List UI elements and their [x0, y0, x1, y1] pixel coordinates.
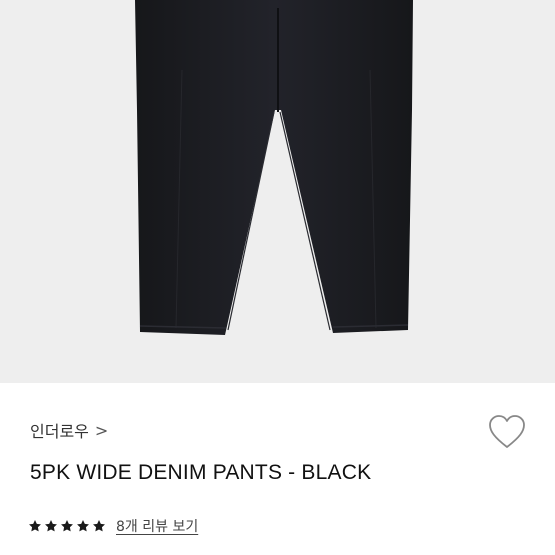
brand-name: 인더로우 — [30, 422, 89, 441]
product-title: 5PK WIDE DENIM PANTS - BLACK — [30, 461, 372, 484]
product-image[interactable] — [0, 0, 555, 383]
rating-row: 8개 리뷰 보기 — [28, 516, 198, 536]
product-info: 인더로우 > 5PK WIDE DENIM PANTS - BLACK 8개 리… — [0, 383, 555, 555]
chevron-right-icon: > — [94, 420, 109, 440]
heart-outline-icon — [489, 415, 525, 448]
review-link[interactable]: 8개 리뷰 보기 — [116, 516, 198, 536]
wishlist-button[interactable] — [487, 413, 527, 451]
star-icon — [29, 520, 41, 532]
star-icon — [93, 520, 105, 532]
star-icon — [77, 520, 89, 532]
brand-link[interactable]: 인더로우 > — [30, 418, 108, 442]
pants-illustration — [135, 0, 413, 335]
star-icon — [45, 520, 57, 532]
star-rating — [28, 519, 106, 533]
star-icon — [61, 520, 73, 532]
